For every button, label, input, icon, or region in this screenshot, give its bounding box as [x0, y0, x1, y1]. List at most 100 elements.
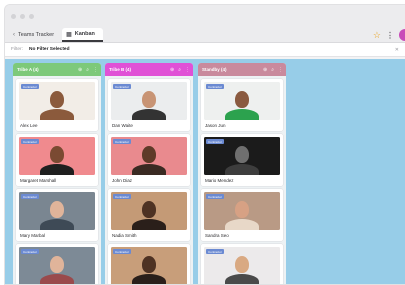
column-title: Tribe A (4) — [17, 67, 39, 72]
profile-photo: Contractor — [19, 82, 95, 120]
search-icon[interactable]: ⌕ — [178, 67, 181, 73]
profile-photo: Contractor — [204, 137, 280, 175]
tab-kanban[interactable]: ▦ Kanban — [62, 28, 103, 42]
close-window-dot[interactable] — [11, 13, 16, 19]
kanban-card[interactable]: Contractor Margaret Marshall — [16, 134, 98, 186]
kanban-column: Standby (4) ⊕ ⌕ ⋮ Contractor Jason Jun Con… — [198, 63, 286, 284]
column-header[interactable]: Tribe A (4) ⊕ ⌕ ⋮ — [13, 63, 101, 76]
tab-label: Teams Tracker — [18, 32, 55, 38]
role-badge: Contractor — [206, 84, 225, 89]
person-body-shape — [132, 219, 166, 230]
favorite-star-icon[interactable]: ☆ — [373, 30, 381, 41]
person-body-shape — [132, 274, 166, 284]
person-body-shape — [132, 164, 166, 175]
role-badge: Contractor — [113, 139, 132, 144]
role-badge: Contractor — [206, 249, 225, 254]
person-head-shape — [235, 91, 249, 108]
column-menu-icon[interactable]: ⋮ — [278, 67, 283, 73]
kanban-icon: ▦ — [66, 31, 72, 38]
person-head-shape — [235, 146, 249, 163]
column-menu-icon[interactable]: ⋮ — [185, 67, 190, 73]
kanban-card[interactable]: Contractor Sandra Seo — [201, 189, 283, 241]
profile-photo: Contractor — [19, 192, 95, 230]
kanban-board: Tribe A (4) ⊕ ⌕ ⋮ Contractor Alex Lee Cont… — [5, 59, 405, 284]
clear-filter-icon[interactable]: ✕ — [395, 47, 399, 53]
person-head-shape — [142, 201, 156, 218]
person-head-shape — [142, 256, 156, 273]
card-name: Mary Marbal — [20, 233, 46, 238]
kanban-card[interactable]: Contractor Alex Lee — [16, 79, 98, 131]
tab-bar: ‹ Teams Tracker ▦ Kanban ☆ ⋮ — [5, 27, 405, 43]
tab-label: Kanban — [74, 31, 95, 37]
person-head-shape — [50, 256, 64, 273]
person-body-shape — [40, 164, 74, 175]
person-head-shape — [50, 201, 64, 218]
maximize-window-dot[interactable] — [29, 13, 34, 19]
card-name: Sandra Seo — [205, 233, 229, 238]
profile-photo: Contractor — [111, 82, 187, 120]
person-body-shape — [132, 109, 166, 120]
role-badge: Contractor — [206, 194, 225, 199]
column-title: Standby (4) — [202, 67, 227, 72]
profile-photo: Contractor — [111, 137, 187, 175]
person-head-shape — [235, 256, 249, 273]
kanban-card[interactable]: ContractorNadia Smith — [108, 244, 190, 284]
kanban-card[interactable]: Contractor Dan Waite — [108, 79, 190, 131]
kanban-card[interactable]: ContractorMary Marbal — [16, 244, 98, 284]
profile-photo: Contractor — [204, 247, 280, 284]
column-cards: Contractor Jason Jun Contractor Mario Mende… — [198, 76, 286, 284]
kanban-card[interactable]: Contractor Mary Marbal — [16, 189, 98, 241]
kanban-card[interactable]: ContractorSimon Spara — [201, 244, 283, 284]
card-name: Alex Lee — [20, 123, 38, 128]
filter-value[interactable]: No Filter Selected — [29, 47, 70, 52]
kanban-card[interactable]: Contractor John Diaz — [108, 134, 190, 186]
kanban-column: Tribe A (4) ⊕ ⌕ ⋮ Contractor Alex Lee Cont… — [13, 63, 101, 284]
person-body-shape — [225, 109, 259, 120]
card-name: Dan Waite — [112, 123, 133, 128]
kanban-column: Tribe B (4) ⊕ ⌕ ⋮ Contractor Dan Waite Con… — [105, 63, 193, 284]
filter-label: Filter: — [11, 47, 23, 52]
person-body-shape — [40, 274, 74, 284]
role-badge: Contractor — [21, 249, 40, 254]
role-badge: Contractor — [21, 194, 40, 199]
filter-bar[interactable]: Filter: No Filter Selected ✕ — [5, 43, 405, 57]
column-cards: Contractor Dan Waite Contractor John Diaz Co… — [105, 76, 193, 284]
user-avatar[interactable] — [399, 29, 405, 41]
more-menu-icon[interactable]: ⋮ — [386, 31, 394, 40]
column-menu-icon[interactable]: ⋮ — [93, 67, 98, 73]
card-name: Mario Mendez — [205, 178, 234, 183]
card-name: Margaret Marshall — [20, 178, 57, 183]
column-header[interactable]: Tribe B (4) ⊕ ⌕ ⋮ — [105, 63, 193, 76]
role-badge: Contractor — [113, 84, 132, 89]
profile-photo: Contractor — [111, 247, 187, 284]
card-name: Nadia Smith — [112, 233, 137, 238]
card-name: Jason Jun — [205, 123, 226, 128]
person-head-shape — [235, 201, 249, 218]
person-body-shape — [225, 219, 259, 230]
add-icon[interactable]: ⊕ — [170, 67, 174, 73]
add-icon[interactable]: ⊕ — [78, 67, 82, 73]
minimize-window-dot[interactable] — [20, 13, 25, 19]
column-cards: Contractor Alex Lee Contractor Margaret Mar… — [13, 76, 101, 284]
add-icon[interactable]: ⊕ — [263, 67, 267, 73]
person-head-shape — [142, 146, 156, 163]
chevron-left-icon[interactable]: ‹ — [13, 32, 15, 38]
tab-teams-tracker[interactable]: ‹ Teams Tracker — [9, 28, 62, 42]
role-badge: Contractor — [113, 194, 132, 199]
person-head-shape — [50, 91, 64, 108]
kanban-card[interactable]: Contractor Mario Mendez — [201, 134, 283, 186]
person-head-shape — [50, 146, 64, 163]
search-icon[interactable]: ⌕ — [86, 67, 89, 73]
person-head-shape — [142, 91, 156, 108]
column-header[interactable]: Standby (4) ⊕ ⌕ ⋮ — [198, 63, 286, 76]
person-body-shape — [225, 274, 259, 284]
search-icon[interactable]: ⌕ — [271, 67, 274, 73]
profile-photo: Contractor — [19, 137, 95, 175]
person-body-shape — [225, 164, 259, 175]
role-badge: Contractor — [206, 139, 225, 144]
profile-photo: Contractor — [204, 82, 280, 120]
kanban-card[interactable]: Contractor Nadia Smith — [108, 189, 190, 241]
profile-photo: Contractor — [19, 247, 95, 284]
kanban-card[interactable]: Contractor Jason Jun — [201, 79, 283, 131]
person-body-shape — [40, 219, 74, 230]
